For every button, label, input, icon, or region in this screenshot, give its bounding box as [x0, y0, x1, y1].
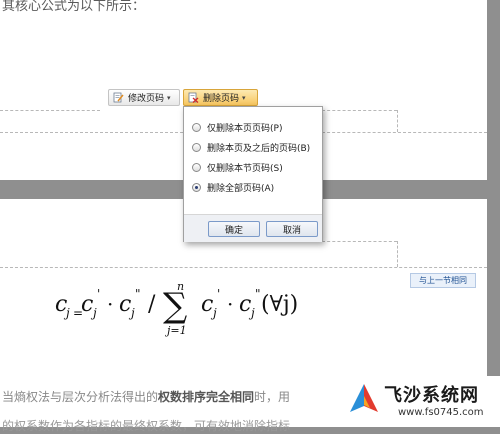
body-text-bottom: 当熵权法与层次分析法得出的权数排序完全相同时，用: [2, 388, 290, 405]
logo-icon: [348, 382, 380, 416]
radio-button[interactable]: [192, 142, 201, 152]
header-boundary-bottom: [0, 267, 487, 268]
margin-guide-vertical: [397, 110, 398, 132]
formula-prime-2: ': [217, 287, 221, 301]
option-label: 删除本页及之后的页码(B): [207, 143, 311, 154]
footer-boundary-left: [0, 132, 183, 133]
formula-slash: /: [148, 292, 156, 317]
formula-sum: ∑: [163, 286, 188, 326]
body-text-top: 其核心公式为以下所示：: [2, 0, 146, 14]
option-label: 删除全部页码(A): [207, 183, 275, 194]
formula-c2-sub: j: [131, 306, 135, 320]
header-boundary-top: [322, 241, 397, 242]
window-background-right: [487, 0, 500, 427]
formula-tail: (∀j): [261, 292, 299, 317]
option-delete-all[interactable]: 删除全部页码(A): [192, 180, 274, 194]
formula-c4-sub: j: [251, 306, 255, 320]
cancel-button[interactable]: 取消: [266, 221, 318, 237]
radio-button[interactable]: [192, 122, 201, 132]
watermark-url: www.fs0745.com: [398, 407, 484, 418]
option-delete-this-page[interactable]: 仅删除本页页码(P): [192, 120, 282, 134]
modify-page-number-button[interactable]: 修改页码 ▾: [108, 89, 180, 106]
formula-c1-sub: j: [93, 306, 97, 320]
chevron-down-icon: ▾: [242, 93, 246, 102]
header-boundary-right: [322, 110, 397, 111]
modify-page-number-label: 修改页码: [128, 94, 165, 104]
body-text-bottom-line2: 的权系数作为各指标的最终权系数，可有效地消除指标: [2, 419, 291, 433]
body-text-bold: 权数排序完全相同: [158, 390, 255, 404]
formula-c1: c: [81, 292, 94, 317]
ok-button[interactable]: 确定: [208, 221, 260, 237]
delete-page-number-dropdown: 仅删除本页页码(P) 删除本页及之后的页码(B) 仅删除本节页码(S) 删除全部…: [183, 106, 323, 242]
dropdown-footer: 确定 取消: [184, 214, 322, 242]
formula: c j = c j ' · c j " / n ∑ j=1 c j ' · c …: [55, 280, 335, 342]
formula-c4: c: [239, 292, 252, 317]
header-boundary-left: [0, 110, 100, 111]
formula-c3-sub: j: [213, 306, 217, 320]
delete-page-number-button[interactable]: 删除页码 ▾: [183, 89, 258, 106]
site-watermark: 飞沙系统网 www.fs0745.com: [340, 376, 500, 427]
watermark-title: 飞沙系统网: [384, 385, 479, 406]
formula-dot: ·: [107, 292, 114, 316]
option-label: 仅删除本页页码(P): [207, 123, 283, 134]
radio-button-checked[interactable]: [192, 182, 201, 192]
edit-page-icon: [113, 92, 124, 103]
formula-double-prime: ": [135, 287, 141, 301]
formula-double-prime-2: ": [255, 287, 261, 301]
option-delete-this-and-after[interactable]: 删除本页及之后的页码(B): [192, 140, 310, 154]
formula-lhs-sub: j: [66, 306, 70, 320]
formula-prime: ': [97, 287, 101, 301]
option-delete-this-section[interactable]: 仅删除本节页码(S): [192, 160, 283, 174]
formula-c2: c: [119, 292, 132, 317]
delete-page-icon: [188, 92, 199, 103]
formula-c3: c: [201, 292, 214, 317]
same-as-previous-button[interactable]: 与上一节相同: [410, 273, 476, 288]
radio-button[interactable]: [192, 162, 201, 172]
formula-dot-2: ·: [227, 292, 234, 316]
formula-sum-bottom: j=1: [167, 324, 187, 337]
chevron-down-icon: ▾: [167, 93, 171, 102]
body-text-part1: 当熵权法与层次分析法得出的: [2, 390, 159, 404]
footer-boundary-right: [322, 132, 487, 133]
body-text-part2: 时，用: [254, 390, 291, 404]
header-guide-vertical: [397, 241, 398, 267]
option-label: 仅删除本节页码(S): [207, 163, 283, 174]
delete-page-number-label: 删除页码: [203, 94, 240, 104]
